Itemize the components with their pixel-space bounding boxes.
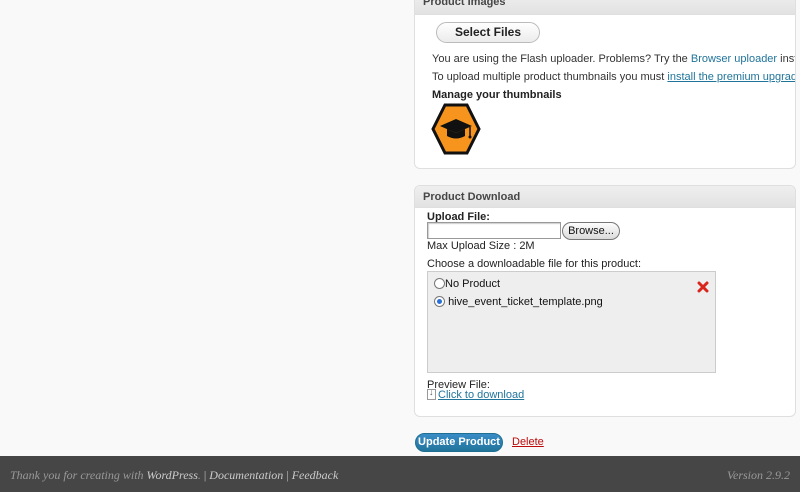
manage-thumbnails-label: Manage your thumbnails xyxy=(432,89,562,101)
max-upload-size: Max Upload Size : 2M xyxy=(427,240,535,252)
product-images-title[interactable]: Product Images xyxy=(415,0,795,15)
delete-file-icon[interactable] xyxy=(697,281,709,293)
documentation-link[interactable]: Documentation xyxy=(209,468,283,482)
file-option-no-product[interactable]: No Product xyxy=(434,276,500,292)
select-files-button[interactable]: Select Files xyxy=(436,22,540,43)
radio-button[interactable] xyxy=(434,278,445,289)
product-download-title[interactable]: Product Download xyxy=(415,186,795,208)
radio-button-selected[interactable] xyxy=(434,296,445,307)
premium-upgrade-notice: To upload multiple product thumbnails yo… xyxy=(432,71,795,83)
admin-footer: Thank you for creating with WordPress. |… xyxy=(0,456,800,492)
footer-credits: Thank you for creating with WordPress. |… xyxy=(10,468,339,482)
product-images-box: Product Images Select Files You are usin… xyxy=(414,0,796,169)
flash-uploader-notice: You are using the Flash uploader. Proble… xyxy=(432,53,796,65)
footer-version: Version 2.9.2 xyxy=(727,468,790,482)
graduation-cap-hexagon-icon[interactable] xyxy=(431,103,481,155)
update-product-button[interactable]: Update Product xyxy=(415,433,503,452)
preview-download: Click to download xyxy=(427,387,524,401)
file-option-hive-ticket[interactable]: hive_event_ticket_template.png xyxy=(434,294,603,310)
delete-product-link[interactable]: Delete xyxy=(512,436,544,448)
premium-upgrade-link[interactable]: install the premium upgrade xyxy=(667,71,795,83)
download-icon xyxy=(427,387,436,400)
upload-file-input[interactable] xyxy=(427,222,561,239)
wordpress-link[interactable]: WordPress xyxy=(147,468,198,482)
product-download-box: Product Download Upload File: Browse... … xyxy=(414,185,796,417)
feedback-link[interactable]: Feedback xyxy=(292,468,339,482)
browse-button[interactable]: Browse... xyxy=(562,222,620,240)
downloadable-file-list: No Product hive_event_ticket_template.pn… xyxy=(427,271,716,373)
browser-uploader-link[interactable]: Browser uploader xyxy=(691,53,777,65)
click-to-download-link[interactable]: Click to download xyxy=(438,389,524,401)
choose-file-label: Choose a downloadable file for this prod… xyxy=(427,258,642,270)
